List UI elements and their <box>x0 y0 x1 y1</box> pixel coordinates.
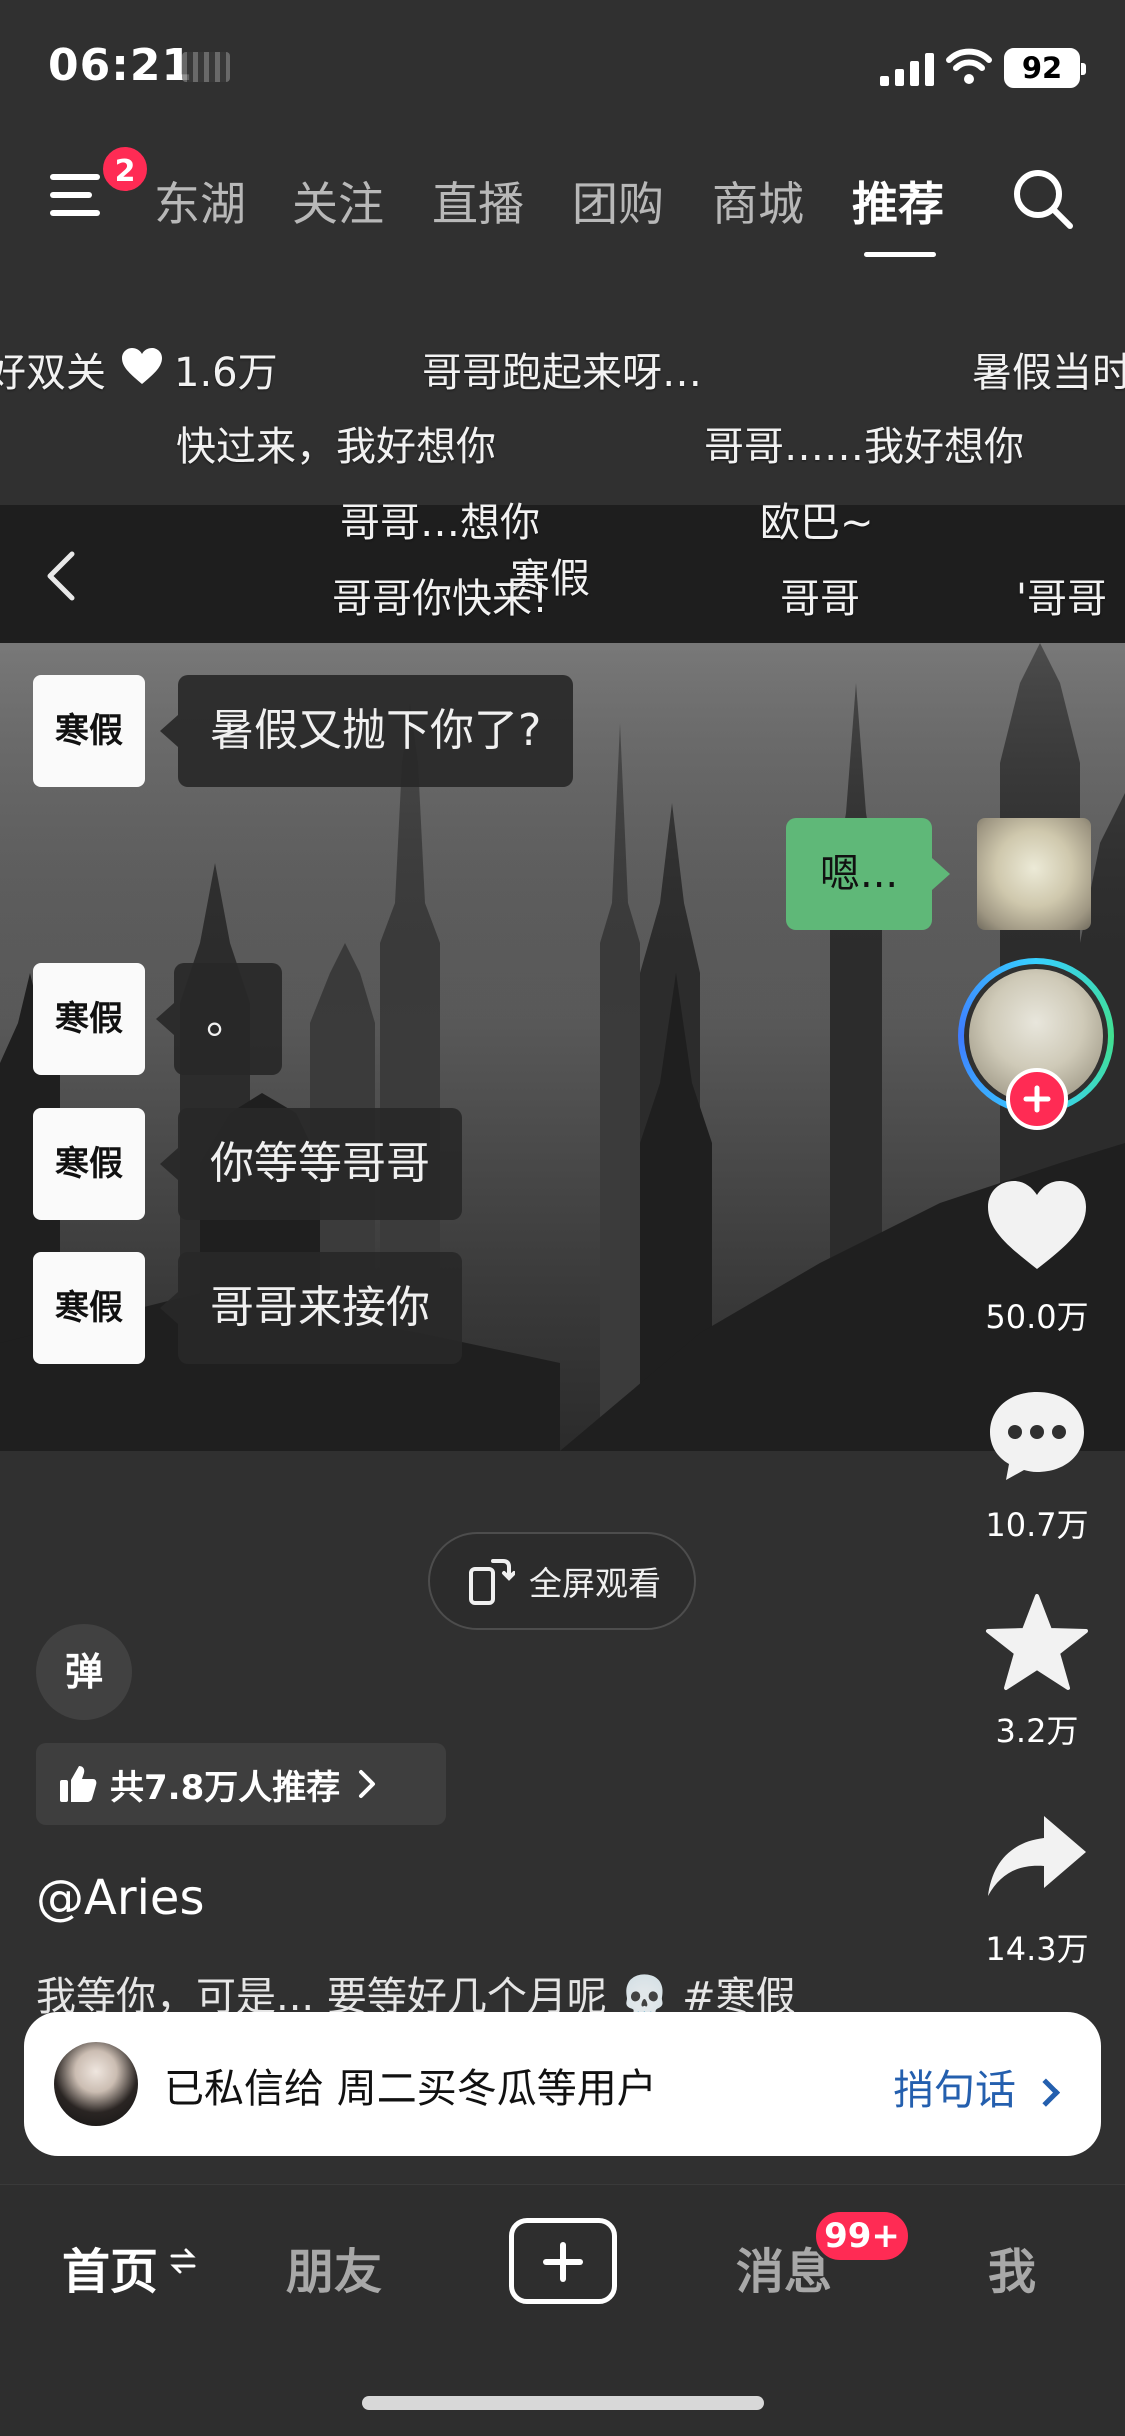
danmaku-comment: 暑假当时 <box>972 350 1125 396</box>
chat-bubble-self: 嗯... <box>786 818 951 930</box>
status-blurred-indicator <box>182 52 230 82</box>
danmaku-comment: 哥哥 <box>780 576 860 622</box>
active-tab-indicator <box>864 252 936 257</box>
nav-me[interactable]: 我 <box>988 2232 1036 2302</box>
share-notification-card[interactable]: 已私信给 周二买冬瓜等用户 捎句话 <box>24 2012 1101 2156</box>
battery-indicator: 92 <box>1004 48 1086 88</box>
chat-avatar-hanjia: 寒假 <box>33 963 145 1075</box>
like-count: 50.0万 <box>985 1298 1089 1336</box>
danmaku-toggle-button[interactable]: 弹 <box>36 1624 132 1720</box>
heart-icon[interactable] <box>982 1175 1092 1275</box>
heart-icon <box>122 348 162 384</box>
chat-bubble: 哥哥来接你 <box>160 1252 462 1364</box>
chevron-right-icon <box>1031 2078 1061 2107</box>
tab-live[interactable]: 直播 <box>432 168 524 234</box>
fullscreen-label: 全屏观看 <box>529 1564 661 1603</box>
back-arrow-icon[interactable] <box>44 548 78 604</box>
send-message-label: 捎句话 <box>892 2066 1016 2114</box>
wifi-icon <box>946 48 992 84</box>
home-indicator[interactable] <box>362 2396 764 2410</box>
tab-donghu[interactable]: 东湖 <box>154 168 246 234</box>
danmaku-comment: 欧巴~ <box>760 500 874 546</box>
chat-avatar-me <box>977 818 1091 930</box>
danmaku-comment: 哥哥…想你 <box>340 500 540 546</box>
chat-bubble: 暑假又抛下你了? <box>159 675 574 787</box>
star-icon[interactable] <box>982 1592 1092 1692</box>
send-message-link[interactable]: 捎句话 <box>893 2056 1063 2116</box>
tab-mall[interactable]: 商城 <box>712 168 804 234</box>
swap-arrows-icon[interactable] <box>170 2244 196 2278</box>
recommend-count: 共7.8万人推荐 <box>110 1767 341 1808</box>
danmaku-comment: 哥哥你快来! <box>332 576 549 622</box>
tab-following[interactable]: 关注 <box>292 168 384 234</box>
danmaku-comment: 哥哥跑起来呀… <box>422 350 702 396</box>
chevron-right-icon <box>359 1770 376 1798</box>
rotate-screen-icon <box>469 1559 515 1605</box>
chat-bubble: 你等等哥哥 <box>160 1108 462 1220</box>
author-name[interactable]: @Aries <box>36 1870 204 1926</box>
create-post-button[interactable] <box>509 2218 617 2304</box>
share-count: 14.3万 <box>985 1930 1089 1968</box>
tab-group-buy[interactable]: 团购 <box>572 168 664 234</box>
comment-count: 10.7万 <box>985 1506 1089 1544</box>
danmaku-comment: 1.6万 <box>174 350 278 396</box>
tab-recommend[interactable]: 推荐 <box>852 168 944 234</box>
danmaku-comment: 哥哥……我好想你 <box>704 424 1024 470</box>
fullscreen-button[interactable]: 全屏观看 <box>428 1532 696 1630</box>
recommend-chip[interactable]: 共7.8万人推荐 <box>36 1743 446 1825</box>
chat-bubble: 。 <box>156 963 282 1075</box>
recipient-avatar <box>54 2042 138 2126</box>
comment-icon[interactable] <box>982 1384 1092 1484</box>
chat-avatar-hanjia: 寒假 <box>33 1252 145 1364</box>
messages-badge: 99+ <box>812 2208 912 2264</box>
signal-icon <box>880 53 934 86</box>
share-arrow-icon[interactable] <box>982 1808 1092 1908</box>
follow-button[interactable] <box>1006 1068 1068 1130</box>
favorite-count: 3.2万 <box>995 1712 1079 1750</box>
danmaku-comment: 快过来，我好想你 <box>176 424 496 470</box>
menu-badge: 2 <box>100 144 150 194</box>
nav-friends[interactable]: 朋友 <box>286 2232 382 2302</box>
danmaku-comment: 好双关 <box>0 350 106 396</box>
menu-icon[interactable] <box>50 168 108 222</box>
chat-avatar-hanjia: 寒假 <box>33 675 145 787</box>
share-notification-text: 已私信给 周二买冬瓜等用户 <box>164 2066 657 2112</box>
status-time: 06:21 <box>48 40 194 91</box>
thumbs-up-icon <box>60 1766 97 1802</box>
danmaku-comment: '哥哥 <box>1016 576 1107 622</box>
plus-icon <box>1023 1085 1051 1113</box>
nav-home[interactable]: 首页 <box>62 2232 158 2302</box>
chat-avatar-hanjia: 寒假 <box>33 1108 145 1220</box>
search-icon[interactable] <box>1010 166 1076 232</box>
